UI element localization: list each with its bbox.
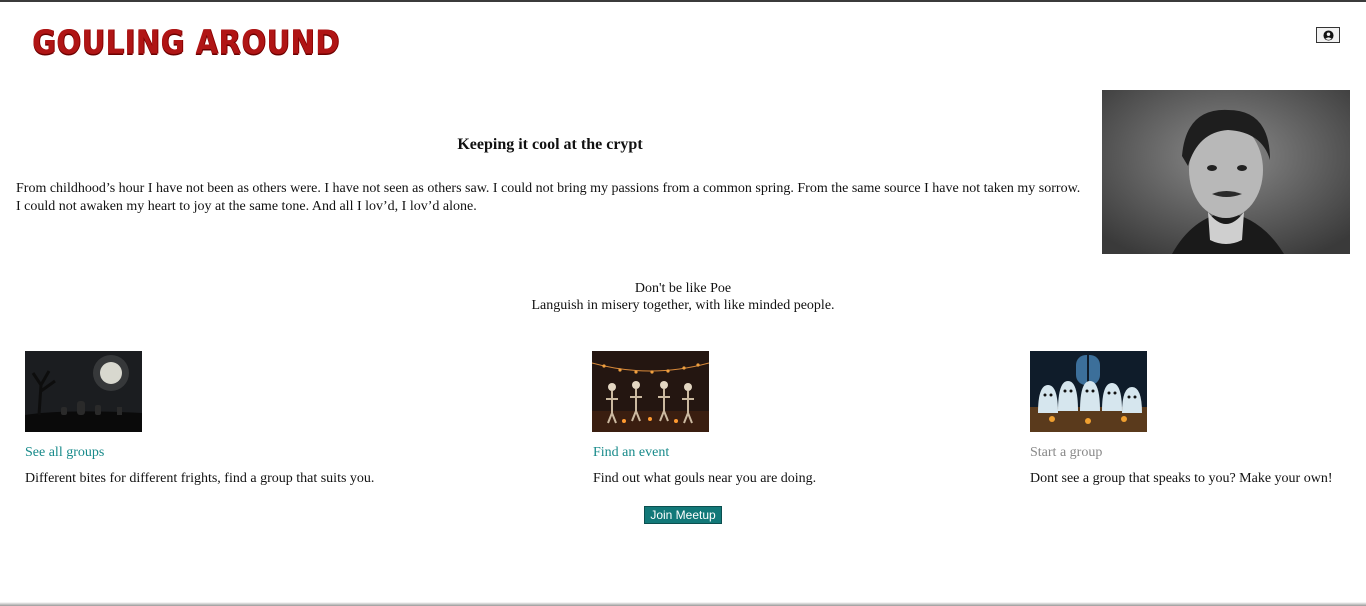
hero-title: Keeping it cool at the crypt: [457, 136, 643, 153]
site-logo[interactable]: Gouling Around: [32, 25, 340, 59]
user-circle-icon: [1322, 29, 1334, 41]
ghosts-dinner-image: [1030, 351, 1147, 432]
bottom-border: [0, 602, 1366, 606]
join-meetup-button[interactable]: Join Meetup: [644, 506, 722, 524]
see-all-groups-description: Different bites for different frights, f…: [25, 471, 375, 486]
hero-text: From childhood’s hour I have not been as…: [16, 181, 1081, 214]
find-an-event-link[interactable]: Find an event: [593, 445, 669, 461]
tagline: Don't be like Poe Languish in misery tog…: [0, 280, 1366, 314]
tagline-line-1: Don't be like Poe: [634, 281, 732, 296]
account-button[interactable]: [1316, 27, 1340, 43]
see-all-groups-link[interactable]: See all groups: [25, 445, 104, 461]
tagline-line-2: Languish in misery together, with like m…: [531, 298, 835, 313]
find-an-event-description: Find out what gouls near you are doing.: [593, 471, 817, 486]
top-border: [0, 0, 1366, 2]
start-a-group-description: Dont see a group that speaks to you? Mak…: [1030, 471, 1333, 486]
start-a-group-link[interactable]: Start a group: [1030, 445, 1102, 461]
skeleton-party-image: [592, 351, 709, 432]
poe-portrait-image: [1102, 90, 1350, 254]
graveyard-image: [25, 351, 142, 432]
